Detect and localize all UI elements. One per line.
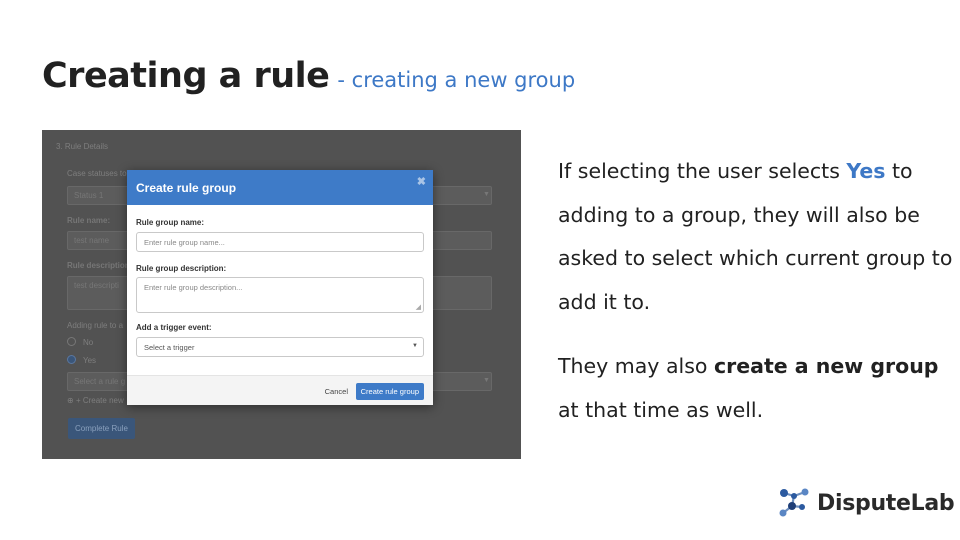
description-paragraph-1: If selecting the user selects Yes to add…: [558, 150, 953, 324]
description-paragraph-2: They may also create a new group at that…: [558, 345, 953, 432]
option-no-label: No: [83, 338, 94, 347]
chevron-down-icon: ▼: [483, 191, 490, 198]
case-statuses-label: Case statuses to: [67, 169, 127, 178]
slide-subtitle: - creating a new group: [337, 68, 576, 92]
group-description-textarea[interactable]: Enter rule group description... ◢: [136, 277, 424, 313]
rule-name-label: Rule name:: [67, 216, 111, 225]
radio-yes[interactable]: [67, 355, 76, 364]
chevron-down-icon: ▼: [412, 343, 418, 349]
group-name-placeholder: Enter rule group name...: [144, 238, 225, 247]
slide-title: Creating a rule: [42, 56, 330, 96]
option-yes-label: Yes: [83, 356, 97, 365]
screenshot: 3. Rule Details Case statuses to Status …: [42, 130, 521, 459]
modal-title: Create rule group: [136, 181, 237, 195]
complete-rule-button[interactable]: Complete Rule: [68, 418, 135, 439]
radio-no[interactable]: [67, 337, 76, 346]
create-rule-group-button[interactable]: Create rule group: [355, 383, 424, 400]
create-rule-group-modal: Create rule group ✖ Rule group name: Ent…: [127, 170, 433, 405]
rule-description-value: test descripti: [74, 281, 119, 290]
resize-handle-icon[interactable]: ◢: [416, 303, 421, 311]
group-description-placeholder: Enter rule group description...: [144, 283, 243, 292]
select-group-placeholder: Select a rule g: [74, 377, 126, 386]
create-new-link-label: + Create new: [75, 396, 124, 405]
slide-title-row: Creating a rule - creating a new group: [42, 56, 575, 96]
group-description-label: Rule group description:: [136, 264, 227, 273]
network-nodes-icon: [779, 488, 809, 517]
group-name-input[interactable]: Enter rule group name...: [136, 232, 424, 252]
group-name-label: Rule group name:: [136, 218, 205, 227]
trigger-label: Add a trigger event:: [136, 323, 212, 332]
highlight-create-new-group: create a new group: [713, 354, 939, 378]
rule-description-label: Rule description:: [67, 261, 133, 270]
logo-text: DisputeLab: [817, 490, 955, 516]
trigger-select[interactable]: Select a trigger ▼: [136, 337, 424, 357]
description-text: They may also: [558, 354, 714, 378]
modal-header: Create rule group ✖: [127, 170, 433, 205]
trigger-placeholder: Select a trigger: [144, 343, 195, 352]
cancel-button[interactable]: Cancel: [325, 387, 348, 396]
modal-footer: Cancel Create rule group: [127, 375, 433, 405]
highlight-yes: Yes: [846, 159, 886, 183]
create-new-link[interactable]: ⊕ + Create new: [67, 396, 124, 405]
rule-name-value: test name: [74, 236, 110, 245]
section-title: 3. Rule Details: [56, 142, 109, 151]
chevron-down-icon: ▼: [483, 377, 490, 384]
disputelab-logo: DisputeLab: [777, 485, 955, 521]
description-text: If selecting the user selects: [558, 159, 847, 183]
description-text: at that time as well.: [558, 397, 764, 422]
status-value: Status 1: [74, 191, 104, 200]
adding-rule-label: Adding rule to a: [67, 321, 124, 330]
close-icon[interactable]: ✖: [417, 175, 426, 188]
description: If selecting the user selects Yes to add…: [558, 150, 953, 432]
